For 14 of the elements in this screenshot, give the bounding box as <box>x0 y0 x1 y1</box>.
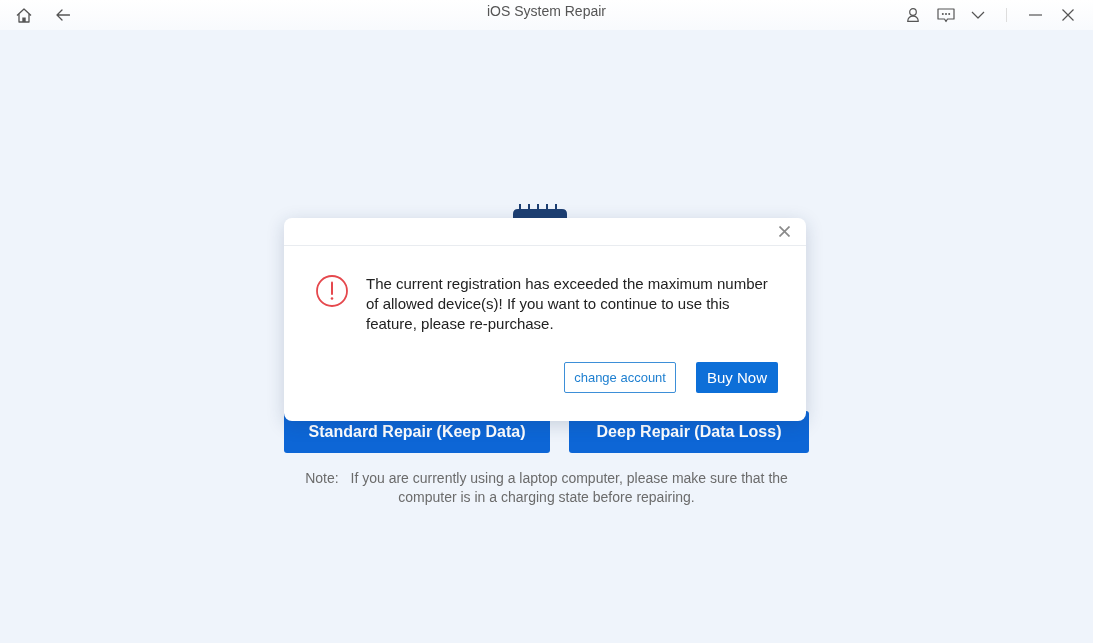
warning-icon <box>316 275 348 307</box>
home-icon[interactable] <box>16 7 32 23</box>
chevron-down-icon[interactable] <box>971 11 985 19</box>
buy-now-button[interactable]: Buy Now <box>695 362 778 393</box>
note-text: Note: If you are currently using a laptop computer, please make sure that the computer is in a charging state before repairing. <box>304 469 789 507</box>
change-account-button[interactable]: change account <box>564 362 676 393</box>
device-illustration <box>512 204 567 219</box>
user-icon[interactable] <box>907 8 919 22</box>
close-icon[interactable] <box>1062 9 1074 21</box>
close-icon[interactable] <box>779 226 790 237</box>
window-title: iOS System Repair <box>486 3 606 21</box>
chat-bubble-icon[interactable] <box>937 7 955 23</box>
back-arrow-icon[interactable] <box>56 9 70 21</box>
dialog-message: The current registration has exceeded the maximum number of allowed device(s)! If you want to continue to use this feature, please re-purchase. <box>366 274 769 334</box>
